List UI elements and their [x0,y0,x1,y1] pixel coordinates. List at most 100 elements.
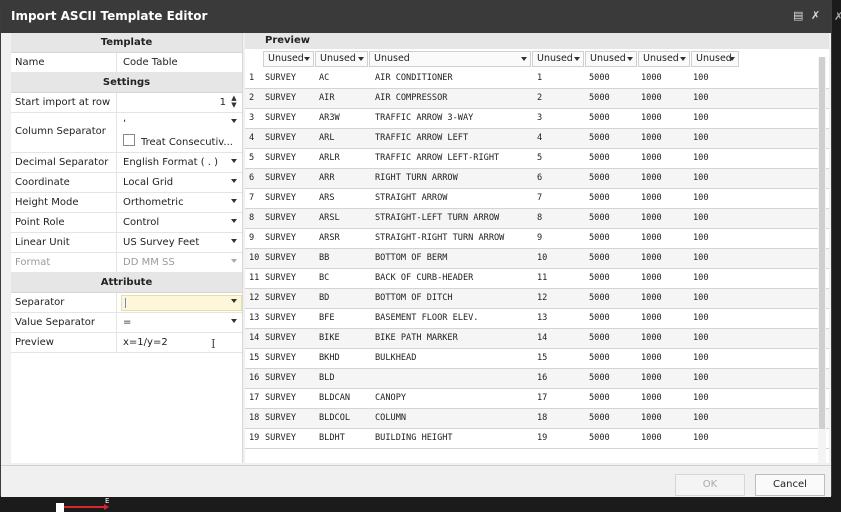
scrollbar-thumb[interactable] [819,57,825,429]
point-role-value: Control [123,217,160,228]
treat-consecutive-label: Treat Consecutiv... [141,137,233,148]
column-header-dropdown[interactable]: Unused [585,51,637,67]
table-cell: 100 [693,333,709,343]
point-role-select[interactable]: Control [121,213,242,232]
table-row[interactable]: 10 SURVEY BB BOTTOM OF BERM 10 5000 1000 100 [245,249,829,269]
coordinate-select[interactable]: Local Grid [121,173,242,192]
value-separator-row: Value Separator = [11,313,242,333]
preview-value: x=1/y=2 [123,337,168,348]
table-row[interactable]: 6 SURVEY ARR RIGHT TURN ARROW 6 5000 1000 100 [245,169,829,189]
title-bar[interactable]: Import ASCII Template Editor ▤ ✗ [1,1,831,33]
stepper-arrows-icon[interactable]: ▲ ▼ [230,95,238,110]
table-row[interactable]: 1 SURVEY AC AIR CONDITIONER 1 5000 1000 100 [245,69,829,89]
table-row[interactable]: 7 SURVEY ARS STRAIGHT ARROW 7 5000 1000 100 [245,189,829,209]
table-row[interactable]: 18 SURVEY BLDCOL COLUMN 18 5000 1000 100 [245,409,829,429]
row-number: 17 [249,393,260,403]
coordinate-value: Local Grid [123,177,174,188]
table-cell: 100 [693,133,709,143]
table-row[interactable]: 3 SURVEY AR3W TRAFFIC ARROW 3-WAY 3 5000 1000 1… [245,109,829,129]
decimal-separator-select[interactable]: English Format ( . ) [121,153,242,172]
table-cell: 11 [537,273,548,283]
height-mode-label: Height Mode [15,193,117,212]
table-row[interactable]: 9 SURVEY ARSR STRAIGHT-RIGHT TURN ARROW 9 500… [245,229,829,249]
table-cell: 7 [537,193,543,203]
vertical-scrollbar[interactable] [818,57,826,463]
table-cell: 100 [693,413,709,423]
value-separator-select[interactable]: = [121,313,242,332]
table-cell: SURVEY [265,193,297,203]
column-header-dropdown[interactable]: Unused [532,51,584,67]
height-mode-select[interactable]: Orthometric [121,193,242,212]
table-cell: BULKHEAD [375,353,417,363]
name-field[interactable]: Code Table [121,53,242,72]
table-cell: CANOPY [375,393,407,403]
table-cell: 10 [537,253,548,263]
table-row[interactable]: 15 SURVEY BKHD BULKHEAD 15 5000 1000 100 [245,349,829,369]
table-row[interactable]: 19 SURVEY BLDHT BUILDING HEIGHT 19 5000 1000 10… [245,429,829,449]
table-cell: 1 [537,73,543,83]
point-role-row: Point Role Control [11,213,242,233]
axis-indicator: E [56,497,109,512]
column-separator-select[interactable]: , Treat Consecutiv... [121,113,242,152]
close-icon[interactable]: ✗ [811,9,820,22]
table-row[interactable]: 16 SURVEY BLD 16 5000 1000 100 [245,369,829,389]
cancel-button[interactable]: Cancel [755,474,825,496]
table-cell: 6 [537,173,543,183]
table-row[interactable]: 13 SURVEY BFE BASEMENT FLOOR ELEV. 13 5000 100… [245,309,829,329]
table-cell: BB [319,253,330,263]
table-cell: 1000 [641,373,662,383]
ok-button[interactable]: OK [675,474,745,496]
column-header-label: Unused [320,53,356,64]
treat-consecutive-checkbox[interactable] [123,134,135,146]
table-cell: AIR COMPRESSOR [375,93,448,103]
column-header-label: Unused [374,53,410,64]
chevron-down-icon [231,179,237,183]
column-headers: Unused Unused Unused Unused Unused Unuse… [245,49,829,69]
restore-icon[interactable]: ▤ [793,9,803,22]
table-row[interactable]: 5 SURVEY ARLR TRAFFIC ARROW LEFT-RIGHT 5 5000… [245,149,829,169]
table-cell: ARSL [319,213,340,223]
table-cell: 1000 [641,93,662,103]
table-row[interactable]: 8 SURVEY ARSL STRAIGHT-LEFT TURN ARROW 8 5000… [245,209,829,229]
table-cell: SURVEY [265,93,297,103]
table-cell: 15 [537,353,548,363]
table-cell: 5000 [589,373,610,383]
column-header-dropdown[interactable]: Unused [369,51,531,67]
column-header-dropdown[interactable]: Unused [263,51,314,67]
row-number: 12 [249,293,260,303]
table-cell: AIR [319,93,335,103]
table-cell: SURVEY [265,393,297,403]
table-row[interactable]: 12 SURVEY BD BOTTOM OF DITCH 12 5000 1000 100 [245,289,829,309]
template-section-header: Template [11,33,242,53]
table-row[interactable]: 2 SURVEY AIR AIR COMPRESSOR 2 5000 1000 100 [245,89,829,109]
table-cell: BACK OF CURB-HEADER [375,273,474,283]
linear-unit-select[interactable]: US Survey Feet [121,233,242,252]
preview-grid[interactable]: 1 SURVEY AC AIR CONDITIONER 1 5000 1000 100 2 SUR… [245,69,829,449]
table-cell: 19 [537,433,548,443]
table-cell: BIKE [319,333,340,343]
column-header-label: Unused [268,53,304,64]
column-header-dropdown[interactable]: Unused [315,51,368,67]
table-cell: 1000 [641,73,662,83]
table-row[interactable]: 11 SURVEY BC BACK OF CURB-HEADER 11 5000 1000 1… [245,269,829,289]
table-cell: 16 [537,373,548,383]
table-cell: 5000 [589,133,610,143]
start-row-label: Start import at row [15,93,117,112]
column-header-dropdown[interactable]: Unused [691,51,739,67]
table-cell: ARSR [319,233,340,243]
table-row[interactable]: 4 SURVEY ARL TRAFFIC ARROW LEFT 4 5000 1000 100 [245,129,829,149]
column-header-dropdown[interactable]: Unused [638,51,690,67]
separator-input[interactable] [121,295,242,311]
table-cell: 5000 [589,73,610,83]
table-cell: 1000 [641,313,662,323]
row-number: 14 [249,333,260,343]
table-row[interactable]: 17 SURVEY BLDCAN CANOPY 17 5000 1000 100 [245,389,829,409]
table-cell: 5000 [589,233,610,243]
chevron-down-icon[interactable] [231,299,237,303]
table-cell: 5000 [589,113,610,123]
table-row[interactable]: 14 SURVEY BIKE BIKE PATH MARKER 14 5000 1000 10… [245,329,829,349]
table-cell: 12 [537,293,548,303]
start-row-stepper[interactable]: 1 ▲ ▼ [121,93,242,112]
decimal-separator-value: English Format ( . ) [123,157,219,168]
table-cell: 100 [693,353,709,363]
